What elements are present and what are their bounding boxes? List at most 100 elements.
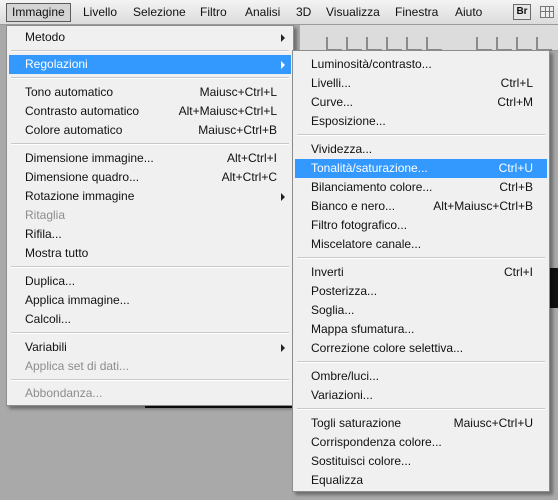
menu-item-calcoli[interactable]: Calcoli... [9, 310, 291, 329]
menu-item-dimensione-immagine[interactable]: Dimensione immagine... Alt+Ctrl+I [9, 149, 291, 168]
menu-item-label: Tono automatico [25, 85, 114, 99]
menu-item-togli-saturazione[interactable]: Togli saturazione Maiusc+Ctrl+U [295, 414, 547, 433]
menu-item-label: Contrasto automatico [25, 104, 140, 118]
menu-item-corrispondenza-colore[interactable]: Corrispondenza colore... [295, 433, 547, 452]
menu-item-label: Rifila... [25, 227, 62, 241]
menu-item-dimensione-quadro[interactable]: Dimensione quadro... Alt+Ctrl+C [9, 168, 291, 187]
menu-item-label: Filtro fotografico... [311, 218, 408, 232]
menu-item-shortcut: Maiusc+Ctrl+L [199, 85, 277, 99]
menu-item-contrasto-automatico[interactable]: Contrasto automatico Alt+Maiusc+Ctrl+L [9, 102, 291, 121]
menu-item-esposizione[interactable]: Esposizione... [295, 112, 547, 131]
menu-item-label: Correzione colore selettiva... [311, 341, 464, 355]
menu-item-bilanciamento-colore[interactable]: Bilanciamento colore... Ctrl+B [295, 178, 547, 197]
menu-item-mostra-tutto[interactable]: Mostra tutto [9, 244, 291, 263]
menu-separator [11, 332, 289, 334]
menu-item-posterizza[interactable]: Posterizza... [295, 282, 547, 301]
menu-item-vividezza[interactable]: Vividezza... [295, 140, 547, 159]
menu-item-label: Mappa sfumatura... [311, 322, 415, 336]
menu-item-bianco-nero[interactable]: Bianco e nero... Alt+Maiusc+Ctrl+B [295, 197, 547, 216]
align-left-icon[interactable] [386, 37, 402, 51]
menu-item-tono-automatico[interactable]: Tono automatico Maiusc+Ctrl+L [9, 83, 291, 102]
menu-item-variazioni[interactable]: Variazioni... [295, 386, 547, 405]
menu-item-tonalita-saturazione[interactable]: Tonalità/saturazione... Ctrl+U [295, 159, 547, 178]
menu-item-label: Soglia... [311, 303, 355, 317]
menu-finestra[interactable]: Finestra [390, 3, 443, 22]
menu-item-applica-immagine[interactable]: Applica immagine... [9, 291, 291, 310]
menu-visualizza[interactable]: Visualizza [321, 3, 385, 22]
menu-item-miscelatore-canale[interactable]: Miscelatore canale... [295, 235, 547, 254]
menu-analisi[interactable]: Analisi [240, 3, 285, 22]
menu-item-regolazioni[interactable]: Regolazioni [9, 55, 291, 74]
distribute-vcenter-icon[interactable] [496, 37, 512, 51]
menu-separator [11, 50, 289, 52]
menu-item-mappa-sfumatura[interactable]: Mappa sfumatura... [295, 320, 547, 339]
menu-item-luminosita-contrasto[interactable]: Luminosità/contrasto... [295, 55, 547, 74]
regolazioni-submenu: Luminosità/contrasto... Livelli... Ctrl+… [292, 50, 550, 492]
menu-item-abbondanza: Abbondanza... [9, 384, 291, 403]
menu-item-curve[interactable]: Curve... Ctrl+M [295, 93, 547, 112]
menu-item-shortcut: Maiusc+Ctrl+B [198, 123, 277, 137]
menu-3d[interactable]: 3D [291, 3, 316, 22]
menu-item-duplica[interactable]: Duplica... [9, 272, 291, 291]
menu-item-rifila[interactable]: Rifila... [9, 225, 291, 244]
align-bottom-icon[interactable] [366, 37, 382, 51]
menu-item-label: Tonalità/saturazione... [311, 161, 428, 175]
menu-item-shortcut: Ctrl+U [498, 161, 533, 175]
menu-item-label: Mostra tutto [25, 246, 89, 260]
view-extras-icon[interactable] [540, 6, 554, 18]
menu-item-metodo[interactable]: Metodo [9, 28, 291, 47]
menu-immagine[interactable]: Immagine [6, 3, 71, 22]
menu-item-label: Esposizione... [311, 114, 386, 128]
align-top-icon[interactable] [326, 37, 342, 51]
menu-item-shortcut: Ctrl+B [499, 180, 533, 194]
submenu-arrow-icon [281, 193, 285, 201]
menu-item-inverti[interactable]: Inverti Ctrl+I [295, 263, 547, 282]
menu-item-label: Applica set di dati... [25, 359, 130, 373]
menu-filtro[interactable]: Filtro [195, 3, 232, 22]
menu-aiuto[interactable]: Aiuto [450, 3, 487, 22]
distribute-top-icon[interactable] [476, 37, 492, 51]
menu-item-rotazione-immagine[interactable]: Rotazione immagine [9, 187, 291, 206]
align-hcenter-icon[interactable] [406, 37, 422, 51]
menu-separator [297, 134, 545, 136]
align-right-icon[interactable] [426, 37, 442, 51]
menu-item-label: Variabili [25, 340, 67, 354]
menu-item-variabili[interactable]: Variabili [9, 338, 291, 357]
menu-item-label: Duplica... [25, 274, 76, 288]
menu-item-soglia[interactable]: Soglia... [295, 301, 547, 320]
menu-item-label: Rotazione immagine [25, 189, 135, 203]
align-vcenter-icon[interactable] [346, 37, 362, 51]
menu-livello[interactable]: Livello [78, 3, 122, 22]
menu-separator [11, 379, 289, 381]
menu-item-label: Ritaglia [25, 208, 66, 222]
menu-item-shortcut: Alt+Maiusc+Ctrl+B [433, 199, 533, 213]
distribute-bottom-icon[interactable] [516, 37, 532, 51]
menu-item-colore-automatico[interactable]: Colore automatico Maiusc+Ctrl+B [9, 121, 291, 140]
menu-item-correzione-colore-selettiva[interactable]: Correzione colore selettiva... [295, 339, 547, 358]
menu-item-shortcut: Alt+Ctrl+I [226, 151, 277, 165]
menu-item-label: Metodo [25, 30, 66, 44]
menu-item-livelli[interactable]: Livelli... Ctrl+L [295, 74, 547, 93]
menu-item-label: Applica immagine... [25, 293, 130, 307]
menu-item-label: Calcoli... [25, 312, 72, 326]
menu-item-label: Togli saturazione [311, 416, 402, 430]
menu-item-label: Dimensione immagine... [25, 151, 154, 165]
immagine-menu: Metodo Regolazioni Tono automatico Maius… [6, 25, 294, 406]
menu-item-label: Equalizza [311, 473, 364, 487]
menu-item-ombre-luci[interactable]: Ombre/luci... [295, 367, 547, 386]
menu-separator [11, 266, 289, 268]
submenu-arrow-icon [281, 61, 285, 69]
menu-separator [297, 408, 545, 410]
bridge-icon[interactable]: Br [513, 4, 531, 20]
menu-item-filtro-fotografico[interactable]: Filtro fotografico... [295, 216, 547, 235]
menu-item-label: Bianco e nero... [311, 199, 396, 213]
menu-item-sostituisci-colore[interactable]: Sostituisci colore... [295, 452, 547, 471]
menu-item-equalizza[interactable]: Equalizza [295, 471, 547, 490]
menu-item-label: Ombre/luci... [311, 369, 380, 383]
distribute-left-icon[interactable] [536, 37, 552, 51]
menu-item-label: Sostituisci colore... [311, 454, 412, 468]
menu-selezione[interactable]: Selezione [128, 3, 191, 22]
menu-item-label: Inverti [311, 265, 344, 279]
menu-separator [11, 77, 289, 79]
menu-item-label: Luminosità/contrasto... [311, 57, 432, 71]
